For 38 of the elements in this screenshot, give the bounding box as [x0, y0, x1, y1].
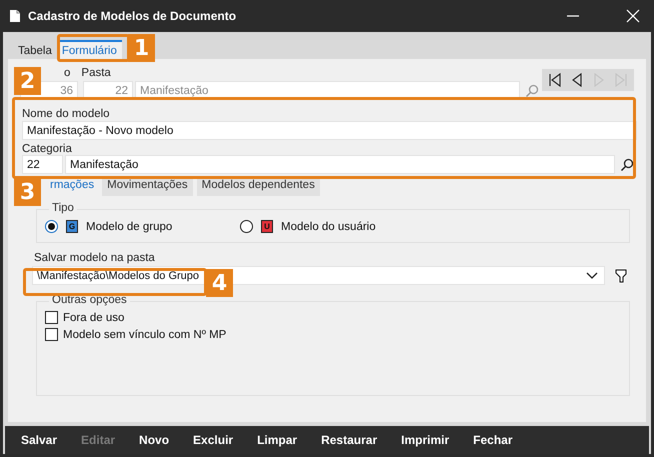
action-button[interactable]: Imprimir [395, 431, 456, 449]
category-number-field[interactable]: 22 [22, 155, 63, 174]
action-button[interactable]: Fechar [467, 431, 518, 449]
close-icon[interactable] [626, 9, 640, 23]
radio-label: Modelo de grupo [86, 220, 172, 232]
callout-badge: 3 [14, 178, 41, 206]
callout-badge: 1 [128, 34, 155, 62]
search-icon[interactable] [620, 158, 634, 172]
checkbox-label: Fora de uso [63, 312, 124, 324]
action-button[interactable]: Salvar [15, 431, 64, 449]
filter-icon[interactable] [615, 268, 627, 282]
action-button[interactable]: Limpar [251, 431, 304, 449]
radio-button[interactable] [45, 220, 58, 233]
model-name-field[interactable]: Manifestação - Novo modelo [22, 121, 637, 140]
window-title: Cadastro de Modelos de Documento [28, 9, 236, 23]
callout-badge: 2 [14, 67, 41, 95]
category-name-field[interactable]: Manifestação [65, 155, 615, 174]
app-icon [8, 9, 22, 23]
checkbox-label: Modelo sem vínculo com Nº MP [63, 328, 226, 340]
type-badge: U [261, 220, 273, 233]
action-button[interactable]: Excluir [187, 431, 240, 449]
tab[interactable]: Tabela [13, 42, 57, 59]
type-badge: G [66, 220, 78, 233]
action-button[interactable]: Novo [133, 431, 176, 449]
field-label: Nome do modelo [22, 108, 111, 120]
radio-button[interactable] [240, 220, 253, 233]
action-button[interactable]: Restaurar [315, 431, 384, 449]
group-legend: Tipo [49, 202, 77, 214]
first-record-icon[interactable] [547, 72, 563, 88]
chevron-down-icon [586, 272, 598, 280]
checkbox[interactable] [45, 311, 58, 324]
field-label: o [64, 67, 70, 81]
field-label: Categoria [22, 143, 73, 155]
callout-badge: 4 [206, 269, 233, 297]
radio-label: Modelo do usuário [281, 220, 376, 232]
field-label: Pasta [81, 67, 111, 81]
checkbox[interactable] [45, 328, 58, 341]
field-label: Salvar modelo na pasta [34, 252, 156, 264]
